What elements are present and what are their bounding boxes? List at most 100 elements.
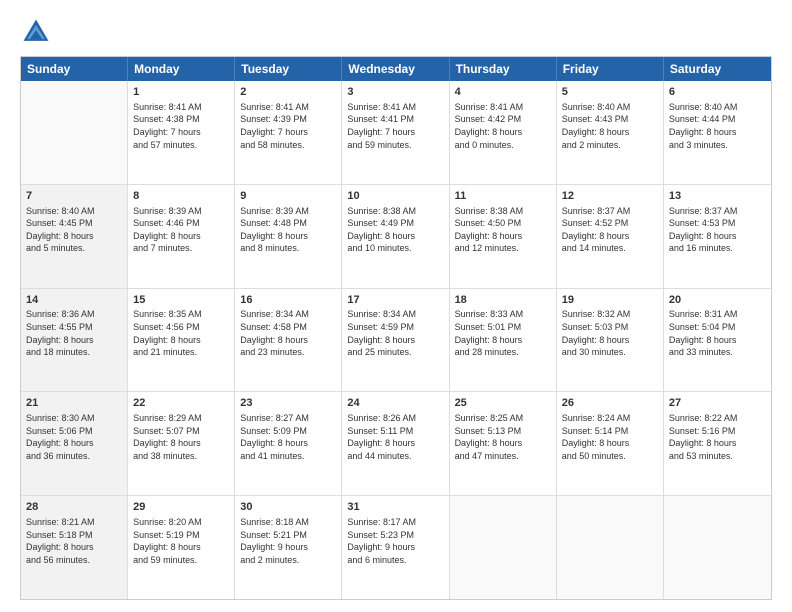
calendar-cell-3-4: 25Sunrise: 8:25 AMSunset: 5:13 PMDayligh…	[450, 392, 557, 495]
calendar-body: 1Sunrise: 8:41 AMSunset: 4:38 PMDaylight…	[21, 81, 771, 599]
cell-info: Sunrise: 8:30 AMSunset: 5:06 PMDaylight:…	[26, 412, 122, 462]
cell-info: Sunrise: 8:18 AMSunset: 5:21 PMDaylight:…	[240, 516, 336, 566]
cell-info: Sunrise: 8:38 AMSunset: 4:50 PMDaylight:…	[455, 205, 551, 255]
day-number: 18	[455, 293, 551, 308]
cell-info: Sunrise: 8:35 AMSunset: 4:56 PMDaylight:…	[133, 308, 229, 358]
cell-info: Sunrise: 8:40 AMSunset: 4:44 PMDaylight:…	[669, 101, 766, 151]
cell-info: Sunrise: 8:34 AMSunset: 4:59 PMDaylight:…	[347, 308, 443, 358]
cell-info: Sunrise: 8:40 AMSunset: 4:45 PMDaylight:…	[26, 205, 122, 255]
calendar-row-1: 7Sunrise: 8:40 AMSunset: 4:45 PMDaylight…	[21, 185, 771, 289]
calendar-cell-2-6: 20Sunrise: 8:31 AMSunset: 5:04 PMDayligh…	[664, 289, 771, 392]
header-day-sunday: Sunday	[21, 57, 128, 81]
day-number: 15	[133, 293, 229, 308]
day-number: 26	[562, 396, 658, 411]
calendar-row-0: 1Sunrise: 8:41 AMSunset: 4:38 PMDaylight…	[21, 81, 771, 185]
cell-info: Sunrise: 8:24 AMSunset: 5:14 PMDaylight:…	[562, 412, 658, 462]
cell-info: Sunrise: 8:36 AMSunset: 4:55 PMDaylight:…	[26, 308, 122, 358]
cell-info: Sunrise: 8:37 AMSunset: 4:52 PMDaylight:…	[562, 205, 658, 255]
calendar-cell-4-5	[557, 496, 664, 599]
day-number: 7	[26, 189, 122, 204]
cell-info: Sunrise: 8:41 AMSunset: 4:39 PMDaylight:…	[240, 101, 336, 151]
calendar-cell-3-6: 27Sunrise: 8:22 AMSunset: 5:16 PMDayligh…	[664, 392, 771, 495]
calendar-cell-1-0: 7Sunrise: 8:40 AMSunset: 4:45 PMDaylight…	[21, 185, 128, 288]
day-number: 6	[669, 85, 766, 100]
calendar-cell-4-2: 30Sunrise: 8:18 AMSunset: 5:21 PMDayligh…	[235, 496, 342, 599]
calendar-cell-0-4: 4Sunrise: 8:41 AMSunset: 4:42 PMDaylight…	[450, 81, 557, 184]
day-number: 17	[347, 293, 443, 308]
day-number: 27	[669, 396, 766, 411]
calendar-cell-4-0: 28Sunrise: 8:21 AMSunset: 5:18 PMDayligh…	[21, 496, 128, 599]
cell-info: Sunrise: 8:40 AMSunset: 4:43 PMDaylight:…	[562, 101, 658, 151]
day-number: 10	[347, 189, 443, 204]
day-number: 20	[669, 293, 766, 308]
cell-info: Sunrise: 8:33 AMSunset: 5:01 PMDaylight:…	[455, 308, 551, 358]
day-number: 9	[240, 189, 336, 204]
header-day-monday: Monday	[128, 57, 235, 81]
header	[20, 16, 772, 48]
header-day-saturday: Saturday	[664, 57, 771, 81]
calendar-cell-0-5: 5Sunrise: 8:40 AMSunset: 4:43 PMDaylight…	[557, 81, 664, 184]
calendar: SundayMondayTuesdayWednesdayThursdayFrid…	[20, 56, 772, 600]
day-number: 19	[562, 293, 658, 308]
cell-info: Sunrise: 8:31 AMSunset: 5:04 PMDaylight:…	[669, 308, 766, 358]
calendar-cell-0-3: 3Sunrise: 8:41 AMSunset: 4:41 PMDaylight…	[342, 81, 449, 184]
calendar-cell-1-3: 10Sunrise: 8:38 AMSunset: 4:49 PMDayligh…	[342, 185, 449, 288]
day-number: 22	[133, 396, 229, 411]
day-number: 25	[455, 396, 551, 411]
calendar-cell-3-2: 23Sunrise: 8:27 AMSunset: 5:09 PMDayligh…	[235, 392, 342, 495]
calendar-cell-2-2: 16Sunrise: 8:34 AMSunset: 4:58 PMDayligh…	[235, 289, 342, 392]
logo-icon	[20, 16, 52, 48]
header-day-thursday: Thursday	[450, 57, 557, 81]
calendar-cell-4-3: 31Sunrise: 8:17 AMSunset: 5:23 PMDayligh…	[342, 496, 449, 599]
calendar-cell-1-6: 13Sunrise: 8:37 AMSunset: 4:53 PMDayligh…	[664, 185, 771, 288]
cell-info: Sunrise: 8:20 AMSunset: 5:19 PMDaylight:…	[133, 516, 229, 566]
cell-info: Sunrise: 8:21 AMSunset: 5:18 PMDaylight:…	[26, 516, 122, 566]
cell-info: Sunrise: 8:29 AMSunset: 5:07 PMDaylight:…	[133, 412, 229, 462]
day-number: 28	[26, 500, 122, 515]
cell-info: Sunrise: 8:41 AMSunset: 4:38 PMDaylight:…	[133, 101, 229, 151]
calendar-row-2: 14Sunrise: 8:36 AMSunset: 4:55 PMDayligh…	[21, 289, 771, 393]
header-day-tuesday: Tuesday	[235, 57, 342, 81]
day-number: 29	[133, 500, 229, 515]
cell-info: Sunrise: 8:39 AMSunset: 4:48 PMDaylight:…	[240, 205, 336, 255]
day-number: 2	[240, 85, 336, 100]
day-number: 5	[562, 85, 658, 100]
day-number: 30	[240, 500, 336, 515]
calendar-cell-2-4: 18Sunrise: 8:33 AMSunset: 5:01 PMDayligh…	[450, 289, 557, 392]
calendar-cell-1-2: 9Sunrise: 8:39 AMSunset: 4:48 PMDaylight…	[235, 185, 342, 288]
day-number: 3	[347, 85, 443, 100]
day-number: 14	[26, 293, 122, 308]
calendar-cell-0-6: 6Sunrise: 8:40 AMSunset: 4:44 PMDaylight…	[664, 81, 771, 184]
header-day-friday: Friday	[557, 57, 664, 81]
calendar-cell-4-4	[450, 496, 557, 599]
day-number: 24	[347, 396, 443, 411]
day-number: 1	[133, 85, 229, 100]
calendar-cell-1-5: 12Sunrise: 8:37 AMSunset: 4:52 PMDayligh…	[557, 185, 664, 288]
calendar-cell-1-4: 11Sunrise: 8:38 AMSunset: 4:50 PMDayligh…	[450, 185, 557, 288]
calendar-row-4: 28Sunrise: 8:21 AMSunset: 5:18 PMDayligh…	[21, 496, 771, 599]
day-number: 8	[133, 189, 229, 204]
calendar-cell-2-0: 14Sunrise: 8:36 AMSunset: 4:55 PMDayligh…	[21, 289, 128, 392]
calendar-header: SundayMondayTuesdayWednesdayThursdayFrid…	[21, 57, 771, 81]
cell-info: Sunrise: 8:39 AMSunset: 4:46 PMDaylight:…	[133, 205, 229, 255]
calendar-cell-0-2: 2Sunrise: 8:41 AMSunset: 4:39 PMDaylight…	[235, 81, 342, 184]
cell-info: Sunrise: 8:26 AMSunset: 5:11 PMDaylight:…	[347, 412, 443, 462]
calendar-cell-0-1: 1Sunrise: 8:41 AMSunset: 4:38 PMDaylight…	[128, 81, 235, 184]
day-number: 11	[455, 189, 551, 204]
day-number: 13	[669, 189, 766, 204]
calendar-cell-2-5: 19Sunrise: 8:32 AMSunset: 5:03 PMDayligh…	[557, 289, 664, 392]
cell-info: Sunrise: 8:37 AMSunset: 4:53 PMDaylight:…	[669, 205, 766, 255]
cell-info: Sunrise: 8:41 AMSunset: 4:41 PMDaylight:…	[347, 101, 443, 151]
cell-info: Sunrise: 8:38 AMSunset: 4:49 PMDaylight:…	[347, 205, 443, 255]
cell-info: Sunrise: 8:27 AMSunset: 5:09 PMDaylight:…	[240, 412, 336, 462]
calendar-cell-0-0	[21, 81, 128, 184]
calendar-cell-4-6	[664, 496, 771, 599]
day-number: 12	[562, 189, 658, 204]
page: SundayMondayTuesdayWednesdayThursdayFrid…	[0, 0, 792, 612]
day-number: 16	[240, 293, 336, 308]
cell-info: Sunrise: 8:17 AMSunset: 5:23 PMDaylight:…	[347, 516, 443, 566]
calendar-cell-3-5: 26Sunrise: 8:24 AMSunset: 5:14 PMDayligh…	[557, 392, 664, 495]
cell-info: Sunrise: 8:22 AMSunset: 5:16 PMDaylight:…	[669, 412, 766, 462]
day-number: 4	[455, 85, 551, 100]
cell-info: Sunrise: 8:25 AMSunset: 5:13 PMDaylight:…	[455, 412, 551, 462]
